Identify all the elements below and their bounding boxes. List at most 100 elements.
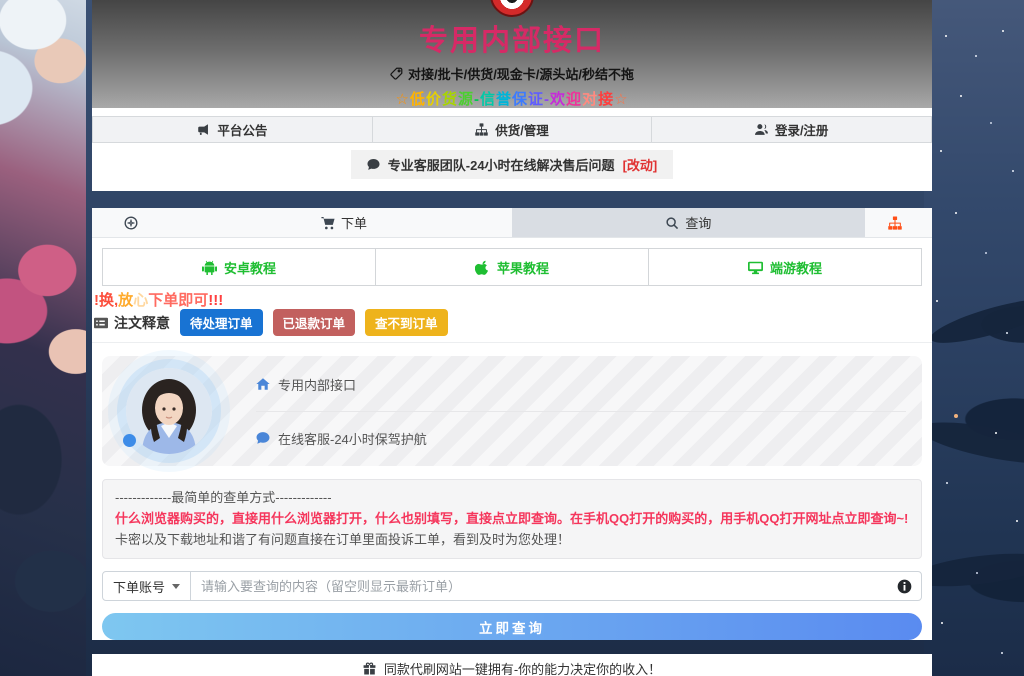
nav-item-supply-manage[interactable]: 供货/管理 [372, 116, 653, 143]
instruction-line-2: 什么浏览器购买的，直接用什么浏览器打开，什么也别填写，直接点立即查询。在手机QQ… [115, 509, 909, 530]
list-alt-icon [94, 316, 108, 330]
hero-header: 专用内部接口 对接/批卡/供货/现金卡/源头站/秒结不拖 ☆低价货源-信誉保证-… [92, 0, 932, 108]
gift-icon [363, 662, 376, 675]
tagline-char: 接 [598, 91, 614, 108]
cart-icon [321, 216, 335, 230]
hero-subtitle-text: 对接/批卡/供货/现金卡/源头站/秒结不拖 [408, 64, 634, 83]
tagline-char: 誉 [496, 91, 512, 108]
tagline-char: 货 [442, 91, 458, 108]
avatar [126, 368, 212, 454]
profile-site-name: 专用内部接口 [278, 375, 356, 394]
background-left-character [0, 0, 86, 676]
tutorial-label: 安卓教程 [224, 258, 276, 277]
background-gap [92, 191, 932, 208]
query-instructions-box: -------------最简单的查单方式------------- 什么浏览器… [102, 479, 922, 559]
tutorial-pc-button[interactable]: 端游教程 [648, 248, 922, 286]
tutorial-label: 端游教程 [770, 258, 822, 277]
tagline-char: ☆ [395, 91, 409, 108]
avatar-wrap [126, 368, 212, 454]
profile-site-row: 专用内部接口 [256, 375, 906, 394]
notice-row: 专业客服团队-24小时在线解决售后问题 [改动] [92, 150, 932, 179]
comment-icon [256, 431, 270, 445]
nav-item-label: 平台公告 [217, 120, 267, 139]
tagline-char: 源 [458, 91, 474, 108]
android-icon [202, 260, 217, 275]
tagline-char: 证 [528, 91, 544, 108]
status-badge-refunded: 已退款订单 [273, 309, 356, 336]
tagline-char: 价 [426, 91, 442, 108]
tab-place-order[interactable]: 下单 [176, 208, 512, 237]
home-icon [256, 377, 270, 391]
marquee-segment: !换, [94, 292, 118, 307]
online-status-dot [123, 434, 136, 447]
search-icon [665, 216, 679, 230]
tutorial-android-button[interactable]: 安卓教程 [102, 248, 376, 286]
tagline-char: 保 [512, 91, 528, 108]
marquee-segment: 心 [133, 292, 148, 307]
tagline-char: 迎 [566, 91, 582, 108]
sitemap-icon [475, 123, 488, 136]
tab-home[interactable] [92, 208, 176, 237]
footer-promo-text: 同款代刷网站一键拥有-你的能力决定你的收入！ [384, 659, 661, 676]
query-type-select[interactable]: 下单账号 [103, 572, 191, 600]
order-status-legend: 注文释意 待处理订单 已退款订单 查不到订单 [94, 309, 922, 336]
nav-button-group: 平台公告 供货/管理 登录/注册 [92, 116, 932, 143]
tagline-char: 信 [480, 91, 496, 108]
instruction-line-3: 卡密以及下载地址和谐了有问题直接在订单里面投诉工单，看到及时为您处理！ [115, 530, 909, 551]
notice-text: 专业客服团队-24小时在线解决售后问题 [388, 155, 615, 174]
scrolling-announcement: !换,放心下单即可!!! [94, 289, 932, 307]
compass-icon [124, 216, 138, 230]
status-badge-not-found: 查不到订单 [365, 309, 448, 336]
hero-subtitle: 对接/批卡/供货/现金卡/源头站/秒结不拖 [92, 64, 932, 83]
customer-service-notice[interactable]: 专业客服团队-24小时在线解决售后问题 [改动] [351, 150, 673, 179]
tag-icon [390, 67, 403, 80]
nav-item-announcements[interactable]: 平台公告 [92, 116, 373, 143]
query-input[interactable] [191, 572, 887, 600]
info-icon [897, 579, 912, 594]
users-icon [755, 123, 768, 136]
tagline-char: ☆ [614, 91, 628, 108]
marquee-segment: !!! [208, 292, 223, 307]
status-badge-pending: 待处理订单 [180, 309, 263, 336]
query-type-selected-value: 下单账号 [113, 577, 165, 596]
bullhorn-icon [197, 123, 210, 136]
query-info-addon[interactable] [887, 572, 921, 600]
marquee-segment: 放 [118, 292, 133, 307]
top-nav-section: 平台公告 供货/管理 登录/注册 专业客服团队-24小时在线解决售后问题 [92, 108, 932, 191]
query-form: 下单账号 [102, 571, 922, 601]
comment-icon [367, 158, 380, 171]
nav-item-label: 供货/管理 [495, 120, 548, 139]
legend-label-group: 注文释意 [94, 313, 170, 333]
tutorial-apple-button[interactable]: 苹果教程 [375, 248, 649, 286]
tagline-char: 欢 [550, 91, 566, 108]
legend-title: 注文释意 [114, 313, 170, 333]
desktop-icon [748, 260, 763, 275]
tab-bar: 下单 查询 [92, 208, 932, 238]
divider [256, 411, 906, 412]
site-profile-card: 专用内部接口 在线客服-24小时保驾护航 [102, 356, 922, 466]
notice-tag: [改动] [623, 155, 658, 174]
marquee-segment: 下单即可 [148, 292, 208, 307]
tab-label: 查询 [685, 213, 711, 232]
tab-query[interactable]: 查询 [512, 208, 865, 237]
tagline-char: 对 [582, 91, 598, 108]
tagline-char: 低 [410, 91, 426, 108]
tab-agent-site[interactable] [865, 208, 932, 237]
hero-tagline: ☆低价货源-信誉保证-欢迎对接☆ [92, 88, 932, 109]
nav-item-label: 登录/注册 [775, 120, 828, 139]
nav-item-login-register[interactable]: 登录/注册 [651, 116, 932, 143]
apple-icon [475, 260, 490, 275]
chevron-down-icon [172, 584, 180, 589]
sitemap-icon [888, 216, 902, 230]
footer-promo-link[interactable]: 同款代刷网站一键拥有-你的能力决定你的收入！ [363, 659, 661, 676]
divider [92, 342, 932, 343]
footer-strip: 同款代刷网站一键拥有-你的能力决定你的收入！ [92, 654, 932, 676]
star-field [0, 0, 2, 2]
tab-label: 下单 [341, 213, 367, 232]
tutorial-button-group: 安卓教程 苹果教程 端游教程 [102, 248, 922, 286]
query-submit-button[interactable]: 立即查询 [102, 613, 922, 640]
profile-info: 专用内部接口 在线客服-24小时保驾护航 [256, 375, 906, 448]
instruction-line-1: -------------最简单的查单方式------------- [115, 488, 909, 509]
profile-service-text: 在线客服-24小时保驾护航 [278, 429, 427, 448]
main-panel: 下单 查询 安卓教程 [92, 208, 932, 640]
